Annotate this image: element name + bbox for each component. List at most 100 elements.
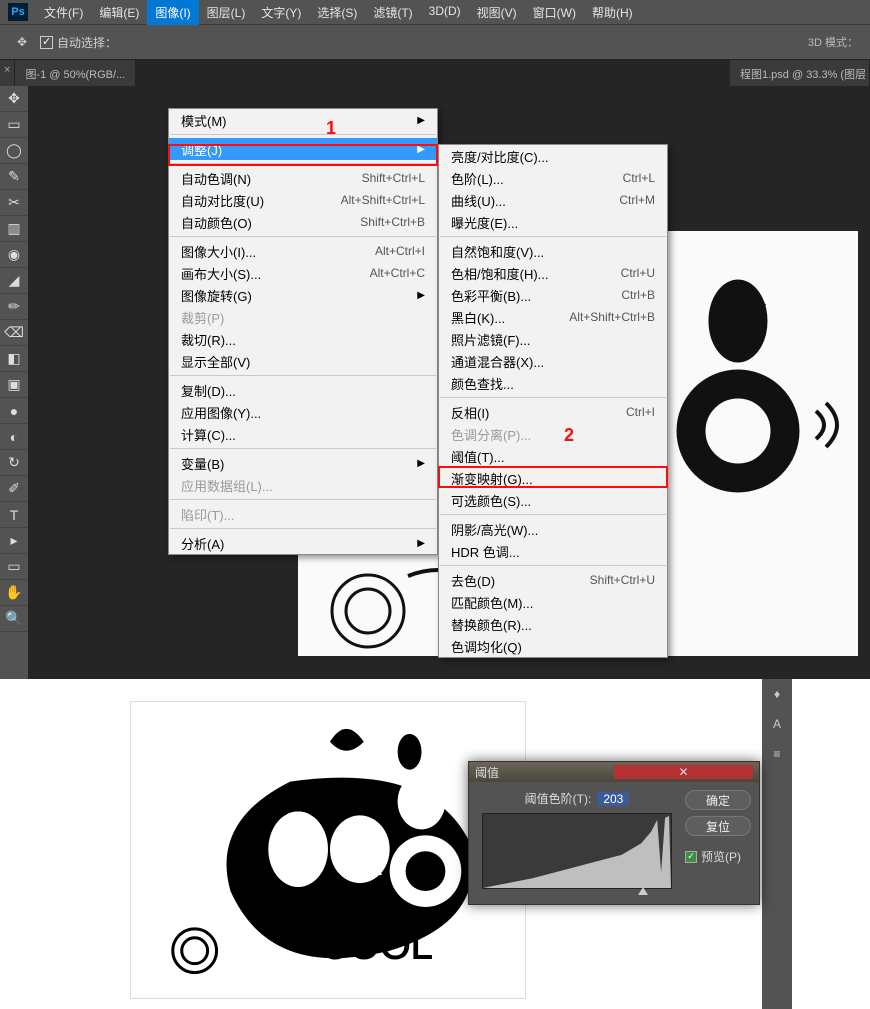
tool-1[interactable]: ▭	[0, 112, 28, 138]
menu-item[interactable]: 色彩平衡(B)...Ctrl+B	[439, 284, 667, 306]
menu-item[interactable]: 显示全部(V)	[169, 350, 437, 372]
menu-item[interactable]: 自动颜色(O)Shift+Ctrl+B	[169, 211, 437, 233]
menu-item[interactable]: 裁切(R)...	[169, 328, 437, 350]
tool-19[interactable]: ✋	[0, 580, 28, 606]
menu-0[interactable]: 文件(F)	[36, 0, 91, 25]
menu-4[interactable]: 文字(Y)	[253, 0, 309, 25]
menu-9[interactable]: 窗口(W)	[525, 0, 584, 25]
tool-7[interactable]: ◢	[0, 268, 28, 294]
reset-button[interactable]: 复位	[685, 816, 751, 836]
menu-item[interactable]: 调整(J)▶	[169, 138, 437, 160]
menu-item[interactable]: 渐变映射(G)...	[439, 467, 667, 489]
tool-10[interactable]: ◧	[0, 346, 28, 372]
tool-4[interactable]: ✂	[0, 190, 28, 216]
menu-item[interactable]: 匹配颜色(M)...	[439, 591, 667, 613]
menu-item[interactable]: 自然饱和度(V)...	[439, 240, 667, 262]
menu-item[interactable]: 亮度/对比度(C)...	[439, 145, 667, 167]
preview-checkbox[interactable]: ✓ 预览(P)	[685, 848, 751, 865]
menu-item[interactable]: 模式(M)▶	[169, 109, 437, 131]
menu-10[interactable]: 帮助(H)	[584, 0, 641, 25]
svg-text:COOL: COOL	[320, 924, 433, 968]
close-icon[interactable]: ✕	[614, 765, 753, 779]
tool-12[interactable]: ●	[0, 398, 28, 424]
dialog-titlebar[interactable]: 阈值 ✕	[469, 762, 759, 782]
tool-9[interactable]: ⌫	[0, 320, 28, 346]
menu-item[interactable]: 替换颜色(R)...	[439, 613, 667, 635]
document-tab-right[interactable]: 程图1.psd @ 33.3% (图层 2, ...	[730, 60, 870, 86]
adjustments-submenu-popup: 亮度/对比度(C)...色阶(L)...Ctrl+L曲线(U)...Ctrl+M…	[438, 144, 668, 658]
menu-item[interactable]: 曲线(U)...Ctrl+M	[439, 189, 667, 211]
menu-3[interactable]: 图层(L)	[199, 0, 254, 25]
tool-18[interactable]: ▭	[0, 554, 28, 580]
menu-item[interactable]: 自动对比度(U)Alt+Shift+Ctrl+L	[169, 189, 437, 211]
menu-item[interactable]: 可选颜色(S)...	[439, 489, 667, 511]
image-menu-popup: 模式(M)▶ 调整(J)▶ 自动色调(N)Shift+Ctrl+L自动对比度(U)A…	[168, 108, 438, 555]
menu-item[interactable]: 图像大小(I)...Alt+Ctrl+I	[169, 240, 437, 262]
tool-5[interactable]: ▥	[0, 216, 28, 242]
tab-close-icon[interactable]: ×	[0, 60, 15, 86]
menu-item[interactable]: 照片滤镜(F)...	[439, 328, 667, 350]
menu-item[interactable]: 黑白(K)...Alt+Shift+Ctrl+B	[439, 306, 667, 328]
menu-item[interactable]: 通道混合器(X)...	[439, 350, 667, 372]
menu-item[interactable]: 变量(B)▶	[169, 452, 437, 474]
tool-palette: ✥▭◯✎✂▥◉◢✏⌫◧▣●◐↻✐T▸▭✋🔍	[0, 86, 28, 679]
menu-item[interactable]: 色阶(L)...Ctrl+L	[439, 167, 667, 189]
menu-item[interactable]: 阴影/高光(W)...	[439, 518, 667, 540]
tool-0[interactable]: ✥	[0, 86, 28, 112]
menu-item[interactable]: 图像旋转(G)▶	[169, 284, 437, 306]
menu-item[interactable]: 颜色查找...	[439, 372, 667, 394]
tool-13[interactable]: ◐	[0, 424, 28, 450]
result-canvas: COOL	[130, 701, 526, 999]
tool-15[interactable]: ✐	[0, 476, 28, 502]
3d-mode-label: 3D 模式：	[808, 34, 858, 50]
menu-item[interactable]: 曝光度(E)...	[439, 211, 667, 233]
tool-8[interactable]: ✏	[0, 294, 28, 320]
tool-6[interactable]: ◉	[0, 242, 28, 268]
threshold-slider[interactable]	[482, 889, 672, 899]
menu-item[interactable]: 色相/饱和度(H)...Ctrl+U	[439, 262, 667, 284]
menu-item[interactable]: 计算(C)...	[169, 423, 437, 445]
menu-item[interactable]: 阈值(T)...	[439, 445, 667, 467]
menu-6[interactable]: 滤镜(T)	[365, 0, 420, 25]
menu-item[interactable]: 分析(A)▶	[169, 532, 437, 554]
menu-item[interactable]: 自动色调(N)Shift+Ctrl+L	[169, 167, 437, 189]
menu-item[interactable]: 画布大小(S)...Alt+Ctrl+C	[169, 262, 437, 284]
tool-2[interactable]: ◯	[0, 138, 28, 164]
menu-item[interactable]: 色调均化(Q)	[439, 635, 667, 657]
ok-button[interactable]: 确定	[685, 790, 751, 810]
histogram	[482, 813, 672, 889]
menu-1[interactable]: 编辑(E)	[91, 0, 147, 25]
menu-item: 陷印(T)...	[169, 503, 437, 525]
dialog-title: 阈值	[475, 764, 614, 781]
tool-14[interactable]: ↻	[0, 450, 28, 476]
menu-5[interactable]: 选择(S)	[309, 0, 365, 25]
document-tab-left[interactable]: 图-1 @ 50%(RGB/...	[15, 60, 136, 86]
auto-select-checkbox[interactable]	[40, 36, 53, 49]
app-titlebar: Ps 文件(F)编辑(E)图像(I)图层(L)文字(Y)选择(S)滤镜(T)3D…	[0, 0, 870, 24]
threshold-field-label: 阈值色阶(T):	[525, 790, 592, 807]
menu-2[interactable]: 图像(I)	[147, 0, 198, 25]
menu-item[interactable]: 去色(D)Shift+Ctrl+U	[439, 569, 667, 591]
tool-16[interactable]: T	[0, 502, 28, 528]
threshold-input[interactable]: 203	[597, 792, 629, 806]
ps-logo-icon: Ps	[8, 3, 28, 21]
menu-7[interactable]: 3D(D)	[421, 0, 469, 25]
options-bar: ✥ 自动选择： 3D 模式：	[0, 24, 870, 60]
menu-item: 色调分离(P)...	[439, 423, 667, 445]
menu-item[interactable]: 反相(I)Ctrl+I	[439, 401, 667, 423]
tool-17[interactable]: ▸	[0, 528, 28, 554]
move-tool-icon: ✥	[12, 32, 32, 52]
threshold-dialog: 阈值 ✕ 阈值色阶(T): 203 确定 复位 ✓	[468, 761, 760, 905]
panel-icon-2[interactable]: A	[773, 717, 781, 731]
callout-2: 2	[564, 425, 574, 446]
menu-item[interactable]: 应用图像(Y)...	[169, 401, 437, 423]
panel-icon-1[interactable]: ♦	[774, 687, 780, 701]
tool-3[interactable]: ✎	[0, 164, 28, 190]
menu-item[interactable]: HDR 色调...	[439, 540, 667, 562]
tool-20[interactable]: 🔍	[0, 606, 28, 632]
document-tabs: × 图-1 @ 50%(RGB/... 程图1.psd @ 33.3% (图层 …	[0, 60, 870, 86]
menu-8[interactable]: 视图(V)	[469, 0, 525, 25]
menu-item[interactable]: 复制(D)...	[169, 379, 437, 401]
panel-icon-3[interactable]: ≡	[773, 747, 780, 761]
tool-11[interactable]: ▣	[0, 372, 28, 398]
